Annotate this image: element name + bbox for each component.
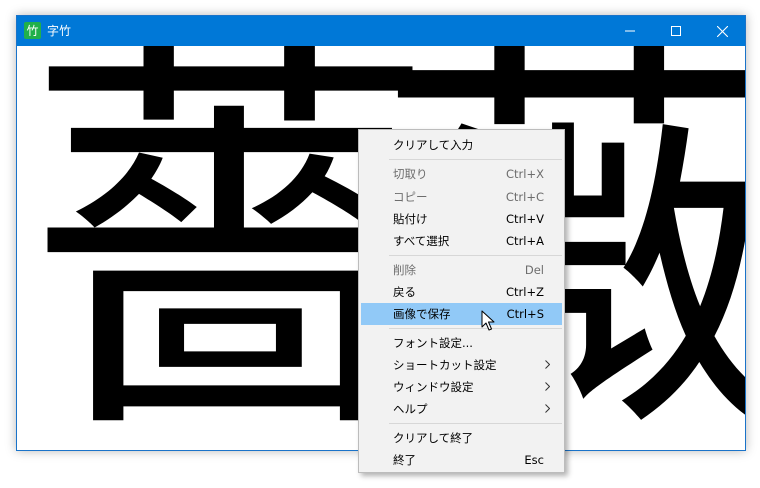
menu-separator (389, 159, 562, 160)
menu-separator (389, 423, 562, 424)
menu-item-label: 貼付け (393, 212, 428, 226)
submenu-arrow-icon (545, 360, 550, 369)
menu-item-shortcut: Esc (524, 453, 544, 467)
menu-item-label: 戻る (393, 285, 416, 299)
menu-item-label: 削除 (393, 263, 416, 277)
menu-item-label: クリアして入力 (393, 138, 474, 152)
close-button[interactable] (699, 16, 745, 46)
menu-item-window-settings[interactable]: ウィンドウ設定 (361, 376, 562, 398)
title-bar[interactable]: 竹 字竹 (17, 16, 745, 46)
menu-item-select-all[interactable]: すべて選択 Ctrl+A (361, 230, 562, 252)
menu-item-undo[interactable]: 戻る Ctrl+Z (361, 281, 562, 303)
mouse-cursor-icon (481, 310, 495, 331)
maximize-button[interactable] (653, 16, 699, 46)
submenu-arrow-icon (545, 382, 550, 391)
app-icon-glyph: 竹 (26, 23, 39, 38)
menu-item-clear-and-input[interactable]: クリアして入力 (361, 134, 562, 156)
menu-item-shortcut: Del (524, 263, 544, 277)
menu-item-cut[interactable]: 切取り Ctrl+X (361, 163, 562, 185)
menu-item-label: ウィンドウ設定 (393, 380, 474, 394)
menu-item-label: すべて選択 (393, 234, 450, 248)
menu-item-shortcut: Ctrl+A (506, 234, 544, 248)
menu-item-label: フォント設定... (393, 336, 473, 350)
menu-item-copy[interactable]: コピー Ctrl+C (361, 186, 562, 208)
menu-item-label: コピー (393, 190, 428, 204)
submenu-arrow-icon (545, 404, 550, 413)
menu-item-label: クリアして終了 (393, 431, 474, 445)
menu-item-shortcut: Ctrl+S (506, 307, 544, 321)
menu-item-shortcut: Ctrl+X (506, 167, 544, 181)
menu-item-clear-and-exit[interactable]: クリアして終了 (361, 427, 562, 449)
menu-item-save-as-image[interactable]: 画像で保存 Ctrl+S (361, 303, 562, 325)
menu-item-label: 画像で保存 (393, 307, 451, 321)
minimize-button[interactable] (607, 16, 653, 46)
menu-item-paste[interactable]: 貼付け Ctrl+V (361, 208, 562, 230)
context-menu: クリアして入力 切取り Ctrl+X コピー Ctrl+C 貼付け Ctrl+V… (358, 129, 565, 473)
menu-item-help[interactable]: ヘルプ (361, 398, 562, 420)
menu-item-exit[interactable]: 終了 Esc (361, 449, 562, 471)
maximize-icon (671, 26, 681, 36)
menu-item-label: 終了 (393, 453, 416, 467)
menu-item-font-settings[interactable]: フォント設定... (361, 332, 562, 354)
menu-item-label: ショートカット設定 (393, 358, 497, 372)
menu-item-label: ヘルプ (393, 402, 428, 416)
menu-item-shortcut: Ctrl+Z (506, 285, 544, 299)
menu-item-label: 切取り (393, 167, 428, 181)
menu-item-delete[interactable]: 削除 Del (361, 259, 562, 281)
menu-separator (389, 255, 562, 256)
app-icon[interactable]: 竹 (24, 22, 41, 39)
window-title: 字竹 (47, 24, 72, 38)
close-icon (716, 25, 728, 37)
menu-item-shortcut-settings[interactable]: ショートカット設定 (361, 354, 562, 376)
minimize-icon (625, 30, 635, 32)
menu-item-shortcut: Ctrl+V (506, 212, 544, 226)
menu-separator (389, 328, 562, 329)
menu-item-shortcut: Ctrl+C (505, 190, 544, 204)
